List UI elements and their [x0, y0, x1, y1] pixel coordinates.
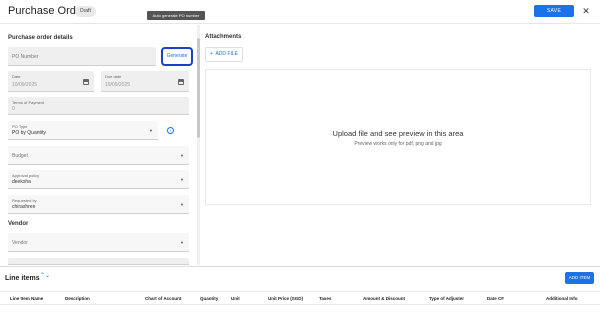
save-button[interactable]: SAVE — [534, 5, 574, 17]
date-label: Date — [12, 74, 21, 79]
info-icon[interactable]: i — [167, 127, 174, 134]
terms-label: Terms of Payment — [12, 100, 45, 105]
add-item-button[interactable]: ADD ITEM — [565, 272, 594, 284]
date-value: 10/09/2025 — [12, 82, 38, 88]
attachments-title: Attachments — [205, 34, 242, 40]
plus-icon: + — [210, 51, 213, 57]
column-header[interactable]: Additional Info — [546, 296, 578, 301]
line-items-table-header: Line Item Name Description Chart of Acco… — [0, 291, 600, 305]
column-header[interactable]: Unit Price (SGD) — [268, 296, 303, 301]
po-number-field[interactable]: PO Number — [8, 47, 156, 66]
requested-by-select[interactable]: Requested by chirashree ▼ — [8, 195, 189, 214]
chevron-down-icon: ▼ — [149, 128, 153, 133]
chevron-down-icon: ▼ — [180, 202, 184, 207]
approval-value: deeksha — [12, 179, 31, 185]
scrollbar-thumb[interactable] — [197, 38, 200, 138]
column-header[interactable]: Taxes — [319, 296, 331, 301]
dropzone-subtitle: Preview works only for pdf, png and jpg — [354, 141, 442, 147]
terms-value: 0 — [12, 106, 15, 112]
due-date-value: 10/09/2025 — [105, 82, 131, 88]
column-header[interactable]: Type of Adjuster — [429, 296, 464, 301]
column-header[interactable]: Quantity — [200, 296, 218, 301]
close-icon[interactable]: ✕ — [581, 5, 591, 17]
vendor-placeholder: Vendor — [12, 240, 28, 246]
generate-button[interactable]: Generate — [161, 47, 193, 66]
requested-by-value: chirashree — [12, 204, 36, 210]
dropzone-title: Upload file and see preview in this area — [332, 129, 464, 138]
approval-label: Approval policy — [12, 173, 40, 178]
approval-policy-select[interactable]: Approval policy deeksha ▼ — [8, 170, 189, 189]
po-type-value: PO by Quantity — [12, 130, 46, 136]
section-divider — [0, 266, 600, 267]
due-date-label: Due date — [105, 74, 122, 79]
column-header[interactable]: Amount & Discount — [363, 296, 405, 301]
page-title: Purchase Order — [8, 5, 86, 17]
next-field-partial[interactable] — [8, 258, 189, 265]
sort-icon[interactable]: ⌃⌄ — [40, 273, 50, 279]
terms-of-payment-field[interactable]: Terms of Payment 0 — [8, 97, 189, 115]
column-header[interactable]: Unit — [231, 296, 240, 301]
header-bar: Purchase Order Draft SAVE ✕ — [0, 0, 600, 24]
chevron-down-icon: ▼ — [180, 177, 184, 182]
line-items-title: Line items — [5, 275, 40, 282]
due-date-field[interactable]: Due date 10/09/2025 — [101, 71, 189, 92]
calendar-icon[interactable] — [178, 79, 184, 85]
chevron-down-icon: ▼ — [180, 240, 184, 245]
date-field[interactable]: Date 10/09/2025 — [8, 71, 94, 92]
section-title-details: Purchase order details — [8, 35, 73, 41]
add-file-label: ADD FILE — [215, 51, 238, 57]
column-header[interactable]: Line Item Name — [10, 296, 43, 301]
budget-select[interactable]: Budget ▼ — [8, 146, 189, 165]
calendar-icon[interactable] — [83, 79, 89, 85]
add-file-button[interactable]: + ADD FILE — [205, 47, 243, 62]
po-type-select[interactable]: PO Type PO by Quantity ▼ — [8, 121, 158, 140]
column-header[interactable]: Date CF — [487, 296, 504, 301]
budget-placeholder: Budget — [12, 153, 28, 159]
section-title-vendor: Vendor — [8, 221, 29, 227]
vendor-select[interactable]: Vendor ▼ — [8, 233, 189, 252]
status-badge: Draft — [75, 6, 96, 17]
po-type-label: PO Type — [12, 124, 28, 129]
po-number-placeholder: PO Number — [12, 54, 39, 60]
column-header[interactable]: Chart of Account — [145, 296, 181, 301]
generate-tooltip: Auto generate PO number — [147, 11, 205, 20]
chevron-down-icon: ▼ — [180, 153, 184, 158]
requested-by-label: Requested by — [12, 198, 37, 203]
file-dropzone[interactable]: Upload file and see preview in this area… — [205, 69, 591, 205]
column-header[interactable]: Description — [65, 296, 90, 301]
